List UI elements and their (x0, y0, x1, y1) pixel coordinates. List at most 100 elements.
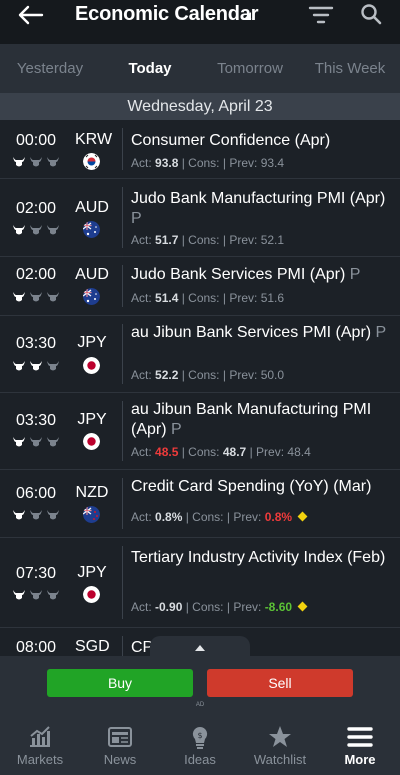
day-tabs: Yesterday Today Tomorrow This Week (0, 44, 400, 93)
sell-button[interactable]: Sell (207, 669, 353, 697)
event-time: 07:30 (16, 565, 57, 582)
prev-label: | Prev: (226, 600, 262, 614)
bottom-nav: Markets News $ Ideas Watchlist More (0, 718, 400, 775)
expand-handle[interactable] (150, 636, 250, 658)
nav-label: More (344, 752, 376, 767)
impact-bulls (12, 291, 62, 303)
event-name: au Jibun Bank Services PMI (Apr) P (131, 323, 389, 343)
bull-icon (13, 590, 25, 600)
event-row[interactable]: 02:00 AUD Judo Bank Services PMI (Apr) P… (0, 257, 400, 316)
impact-bulls (12, 224, 62, 236)
event-name-text: Credit Card Spending (YoY) (Mar) (131, 478, 372, 495)
bull-icon (30, 225, 42, 235)
event-stats: Act: 51.4 | Cons: | Prev: 51.6 (131, 291, 284, 305)
event-stats: Act: -0.90 | Cons: | Prev: -8.60 (131, 600, 308, 614)
buy-button[interactable]: Buy (47, 669, 193, 697)
prev-label: | Prev: (222, 368, 258, 382)
tab-yesterday[interactable]: Yesterday (0, 44, 100, 93)
act-label: Act: (131, 600, 152, 614)
jp-flag-icon (83, 586, 100, 603)
page-title[interactable]: Economic Calendar (75, 3, 259, 26)
cons-label: | Cons: (181, 445, 220, 459)
tab-this-week[interactable]: This Week (300, 44, 400, 93)
revision-diamond-icon (297, 511, 308, 522)
event-time: 03:30 (16, 412, 57, 429)
nav-watchlist[interactable]: Watchlist (240, 718, 320, 775)
bull-icon (47, 361, 59, 371)
prev-value: 0.8% (264, 510, 293, 524)
event-currency: AUD (75, 199, 109, 216)
event-time: 06:00 (16, 485, 57, 502)
bull-icon (30, 157, 42, 167)
bull-icon (13, 510, 25, 520)
au-flag-icon (83, 221, 100, 238)
event-name: Judo Bank Services PMI (Apr) P (131, 265, 389, 285)
event-currency: SGD (75, 638, 110, 655)
act-label: Act: (131, 445, 152, 459)
tab-tomorrow[interactable]: Tomorrow (200, 44, 300, 93)
event-row[interactable]: 03:30 JPY au Jibun Bank Manufacturing PM… (0, 393, 400, 470)
search-icon[interactable] (360, 3, 382, 25)
row-divider (122, 324, 123, 384)
prev-value: 48.4 (287, 445, 311, 459)
bull-icon (30, 292, 42, 302)
cons-label: | Cons: (181, 156, 220, 170)
event-name-text: Judo Bank Services PMI (Apr) (131, 266, 346, 283)
top-bar: Economic Calendar (0, 0, 400, 44)
cons-label: | Cons: (181, 233, 220, 247)
event-row[interactable]: 00:00 KRW Consumer Confidence (Apr) Act:… (0, 120, 400, 179)
event-time: 00:00 (16, 132, 57, 149)
prev-label: | Prev: (222, 291, 258, 305)
prev-value: 93.4 (260, 156, 285, 170)
event-stats: Act: 51.7 | Cons: | Prev: 52.1 (131, 233, 284, 247)
impact-bulls (12, 589, 62, 601)
event-row[interactable]: 06:00 NZD Credit Card Spending (YoY) (Ma… (0, 470, 400, 538)
event-name-text: Tertiary Industry Activity Index (Feb) (131, 549, 386, 566)
chevron-up-icon (195, 645, 205, 651)
bull-icon (30, 510, 42, 520)
event-row[interactable]: 07:30 JPY Tertiary Industry Activity Ind… (0, 538, 400, 628)
nav-ideas[interactable]: $ Ideas (160, 718, 240, 775)
cons-label: | Cons: (185, 510, 224, 524)
nav-more[interactable]: More (320, 718, 400, 775)
back-arrow-icon[interactable] (16, 4, 44, 26)
event-stats: Act: 93.8 | Cons: | Prev: 93.4 (131, 156, 284, 170)
filter-icon[interactable] (308, 5, 334, 25)
bull-icon (30, 437, 42, 447)
event-row[interactable]: 02:00 AUD Judo Bank Manufacturing PMI (A… (0, 179, 400, 257)
prev-value: -8.60 (264, 600, 293, 614)
event-stats: Act: 48.5 | Cons: 48.7 | Prev: 48.4 (131, 445, 311, 459)
prev-label: | Prev: (226, 510, 262, 524)
event-name-text: au Jibun Bank Services PMI (Apr) (131, 324, 372, 341)
impact-bulls (12, 509, 62, 521)
nav-markets[interactable]: Markets (0, 718, 80, 775)
nav-news[interactable]: News (80, 718, 160, 775)
prev-label: | Prev: (222, 156, 258, 170)
bull-icon (30, 590, 42, 600)
jp-flag-icon (83, 357, 100, 374)
prev-value: 52.1 (260, 233, 285, 247)
event-name-text: Consumer Confidence (Apr) (131, 132, 331, 149)
cons-label: | Cons: (181, 368, 220, 382)
act-label: Act: (131, 156, 152, 170)
act-label: Act: (131, 510, 152, 524)
act-value: 51.4 (155, 291, 179, 305)
prev-label: | Prev: (249, 445, 285, 459)
prev-value: 50.0 (260, 368, 285, 382)
revision-diamond-icon (297, 601, 308, 612)
lightbulb-icon: $ (192, 726, 208, 749)
svg-text:$: $ (197, 731, 202, 740)
event-row[interactable]: 03:30 JPY au Jibun Bank Services PMI (Ap… (0, 316, 400, 393)
title-dropdown-icon[interactable] (243, 12, 251, 20)
tab-today[interactable]: Today (100, 44, 200, 93)
newspaper-icon (108, 727, 132, 747)
cons-label: | Cons: (181, 291, 220, 305)
row-divider (122, 128, 123, 170)
bull-icon (30, 361, 42, 371)
row-divider (122, 265, 123, 307)
prev-label: | Prev: (222, 233, 258, 247)
cons-value: 48.7 (222, 445, 247, 459)
row-divider (122, 478, 123, 529)
event-currency: JPY (77, 411, 107, 428)
menu-icon (347, 727, 373, 747)
